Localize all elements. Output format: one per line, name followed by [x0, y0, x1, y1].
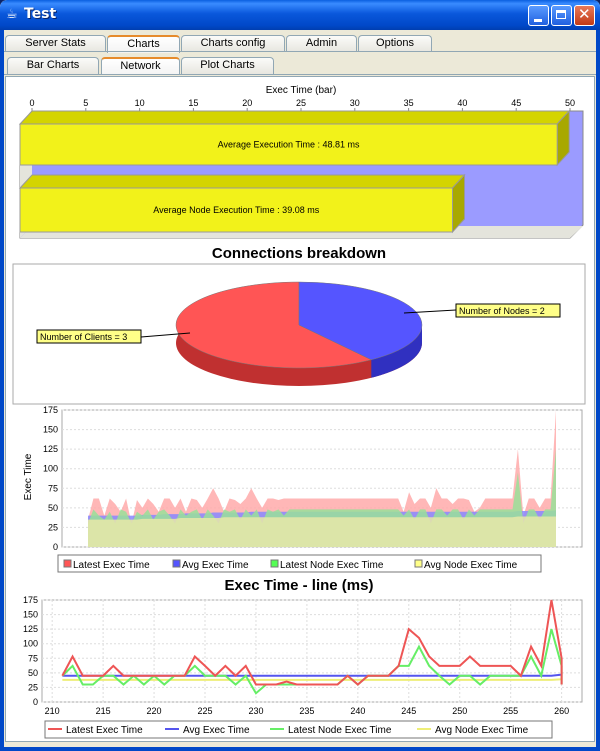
- bar-tick-label: 30: [350, 98, 360, 108]
- bar-tick-label: 15: [188, 98, 198, 108]
- legend-entry: Avg Node Exec Time: [424, 560, 518, 571]
- tab-label: Plot Charts: [200, 59, 255, 71]
- tab-label: Charts config: [200, 37, 266, 49]
- bar-tick-label: 5: [83, 98, 88, 108]
- area-y-tick-label: 75: [48, 483, 58, 493]
- bar-tick-label: 35: [404, 98, 414, 108]
- charts-panel: Exec Time (bar) 0 5 10 15 20 25 30 35 40 45 50 Avera…: [5, 76, 595, 742]
- title-bar[interactable]: ☕ Test ✕: [0, 0, 600, 30]
- bar-data-label: Average Execution Time : 48.81 ms: [218, 140, 360, 150]
- line-y-tick-label: 100: [23, 639, 38, 649]
- pie-chart-title: Connections breakdown: [212, 245, 386, 262]
- legend-entry: Latest Exec Time: [66, 725, 143, 736]
- bar-tick-label: 25: [296, 98, 306, 108]
- area-y-tick-label: 125: [43, 444, 58, 454]
- tab-server-stats[interactable]: Server Stats: [5, 35, 106, 52]
- tab-plot-charts[interactable]: Plot Charts: [181, 57, 274, 74]
- line-plot-area: [41, 599, 583, 703]
- tab-label: Options: [376, 37, 414, 49]
- line-x-tick-label: 260: [554, 706, 569, 716]
- bar-top-face: [18, 110, 571, 125]
- bar-tick-label: 40: [457, 98, 467, 108]
- area-y-tick-label: 100: [43, 464, 58, 474]
- legend-entry: Latest Node Exec Time: [280, 560, 384, 571]
- line-x-tick-label: 250: [452, 706, 467, 716]
- area-y-tick-label: 175: [43, 405, 58, 415]
- area-y-tick-label: 0: [53, 542, 58, 552]
- line-x-tick-label: 210: [45, 706, 60, 716]
- tab-bar-charts[interactable]: Bar Charts: [7, 57, 99, 74]
- minimize-icon: [534, 19, 542, 22]
- line-y-tick-label: 50: [28, 668, 38, 678]
- close-icon: ✕: [578, 5, 591, 23]
- line-x-tick-label: 240: [350, 706, 365, 716]
- tab-label: Bar Charts: [26, 59, 80, 71]
- line-y-tick-label: 25: [28, 682, 38, 692]
- maximize-button[interactable]: [551, 5, 572, 26]
- legend-swatch: [172, 559, 181, 568]
- tab-options[interactable]: Options: [358, 35, 432, 52]
- legend-entry: Latest Node Exec Time: [288, 725, 392, 736]
- bar-tick-label: 20: [242, 98, 252, 108]
- java-cup-icon: ☕: [6, 7, 18, 22]
- charts-canvas: Exec Time (bar) 0 5 10 15 20 25 30 35 40 45 50 Avera…: [12, 85, 586, 739]
- pie-slice-label: Number of Clients = 3: [40, 332, 127, 342]
- line-x-tick-label: 220: [147, 706, 162, 716]
- area-y-tick-label: 25: [48, 522, 58, 532]
- tab-label: Server Stats: [25, 37, 86, 49]
- application-window: ☕ Test ✕ Server Stats Charts Charts conf…: [0, 0, 600, 751]
- bar-tick-label: 0: [29, 98, 34, 108]
- sub-tab-separator: [4, 74, 596, 75]
- line-x-tick-label: 235: [299, 706, 314, 716]
- bar-top-face: [18, 174, 466, 189]
- tab-label: Charts: [127, 38, 160, 50]
- legend-entry: Avg Exec Time: [182, 560, 249, 571]
- close-button[interactable]: ✕: [574, 5, 595, 26]
- line-x-tick-label: 230: [248, 706, 263, 716]
- area-series: [88, 516, 556, 547]
- line-chart-title: Exec Time - line (ms): [225, 577, 374, 594]
- line-y-tick-label: 0: [33, 697, 38, 707]
- line-x-tick-label: 255: [503, 706, 518, 716]
- area-y-axis-label: Exec Time: [23, 453, 34, 500]
- line-x-tick-label: 225: [198, 706, 213, 716]
- bar-axis-label: Exec Time (bar): [266, 85, 337, 96]
- bar-data-label: Average Node Execution Time : 39.08 ms: [153, 205, 319, 215]
- area-y-tick-label: 150: [43, 425, 58, 435]
- bar-tick-label: 10: [135, 98, 145, 108]
- tab-network[interactable]: Network: [101, 57, 180, 75]
- pie-slice-label: Number of Nodes = 2: [459, 306, 545, 316]
- tab-label: Network: [120, 60, 161, 72]
- legend-entry: Latest Exec Time: [73, 560, 150, 571]
- maximize-icon: [556, 10, 566, 19]
- legend-entry: Avg Exec Time: [183, 725, 250, 736]
- bar-tick-label: 50: [565, 98, 575, 108]
- tab-admin[interactable]: Admin: [286, 35, 357, 52]
- tab-label: Admin: [305, 37, 338, 49]
- legend-entry: Avg Node Exec Time: [435, 725, 529, 736]
- legend-swatch: [63, 559, 72, 568]
- line-y-tick-label: 75: [28, 653, 38, 663]
- line-x-tick-label: 245: [401, 706, 416, 716]
- line-x-tick-label: 215: [96, 706, 111, 716]
- area-y-tick-label: 50: [48, 503, 58, 513]
- minimize-button[interactable]: [528, 5, 549, 26]
- legend-swatch: [414, 559, 423, 568]
- line-y-tick-label: 125: [23, 624, 38, 634]
- line-y-tick-label: 175: [23, 595, 38, 605]
- bar-tick-label: 45: [511, 98, 521, 108]
- line-y-tick-label: 150: [23, 610, 38, 620]
- window-title: Test: [24, 6, 57, 22]
- legend-swatch: [270, 559, 279, 568]
- tab-charts-config[interactable]: Charts config: [181, 35, 285, 52]
- tab-separator: [4, 51, 596, 52]
